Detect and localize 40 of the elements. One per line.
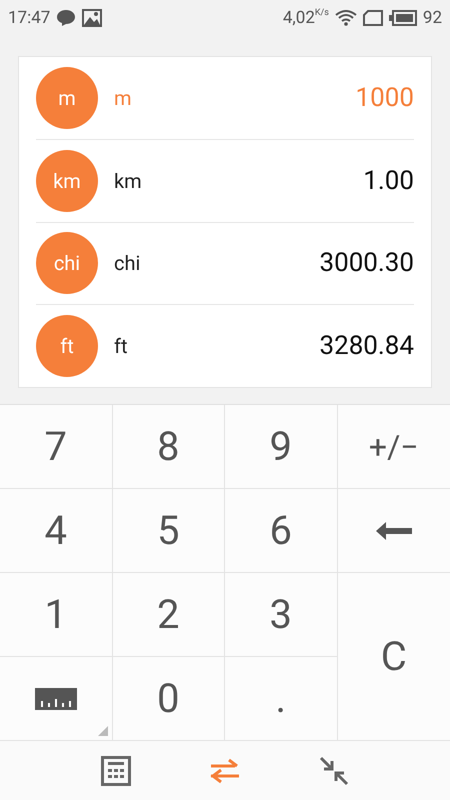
- unit-row[interactable]: ft ft 3280.84: [36, 305, 414, 387]
- unit-name: km: [114, 168, 143, 193]
- unit-value: 3000.30: [319, 248, 414, 278]
- collapse-icon: [319, 756, 349, 786]
- battery-icon: [388, 10, 417, 26]
- wifi-icon: [334, 10, 357, 26]
- ruler-icon: [34, 688, 77, 710]
- keypad-key[interactable]: 1: [0, 573, 112, 657]
- unit-row[interactable]: km km 1.00: [36, 140, 414, 222]
- sim-card-icon: [362, 10, 383, 26]
- unit-value: 1000: [356, 82, 414, 113]
- swap-icon: [209, 758, 241, 784]
- keypad-key[interactable]: 0: [112, 657, 225, 741]
- unit-badge: m: [36, 66, 98, 129]
- image-icon: [82, 9, 102, 27]
- unit-value: 1.00: [363, 166, 414, 196]
- unit-badge: ft: [36, 315, 98, 378]
- unit-row[interactable]: chi chi 3000.30: [36, 222, 414, 306]
- backspace-icon: [376, 522, 412, 540]
- unit-name: ft: [114, 334, 128, 358]
- keypad-key[interactable]: 5: [112, 489, 225, 573]
- clock: 17:47: [8, 8, 50, 28]
- keypad-key[interactable]: 4: [0, 489, 112, 573]
- unit-name: m: [114, 86, 133, 110]
- calculator-icon: [101, 756, 131, 786]
- keypad-key[interactable]: 2: [112, 573, 225, 657]
- keypad-key[interactable]: 9: [225, 405, 338, 489]
- corner-triangle-icon: [98, 726, 108, 736]
- battery-level: 92: [422, 8, 442, 28]
- unit-name: chi: [114, 251, 142, 276]
- unit-value: 3280.84: [319, 331, 414, 362]
- keypad-key[interactable]: 8: [112, 405, 225, 489]
- chat-icon: [56, 9, 76, 27]
- keypad-key[interactable]: 6: [225, 489, 338, 573]
- keypad-key[interactable]: .: [225, 657, 338, 741]
- unit-badge: chi: [36, 232, 98, 294]
- keypad-key[interactable]: 7: [0, 405, 112, 489]
- keypad-key[interactable]: 3: [225, 573, 338, 657]
- unit-badge: km: [36, 150, 98, 212]
- units-key[interactable]: [0, 657, 112, 741]
